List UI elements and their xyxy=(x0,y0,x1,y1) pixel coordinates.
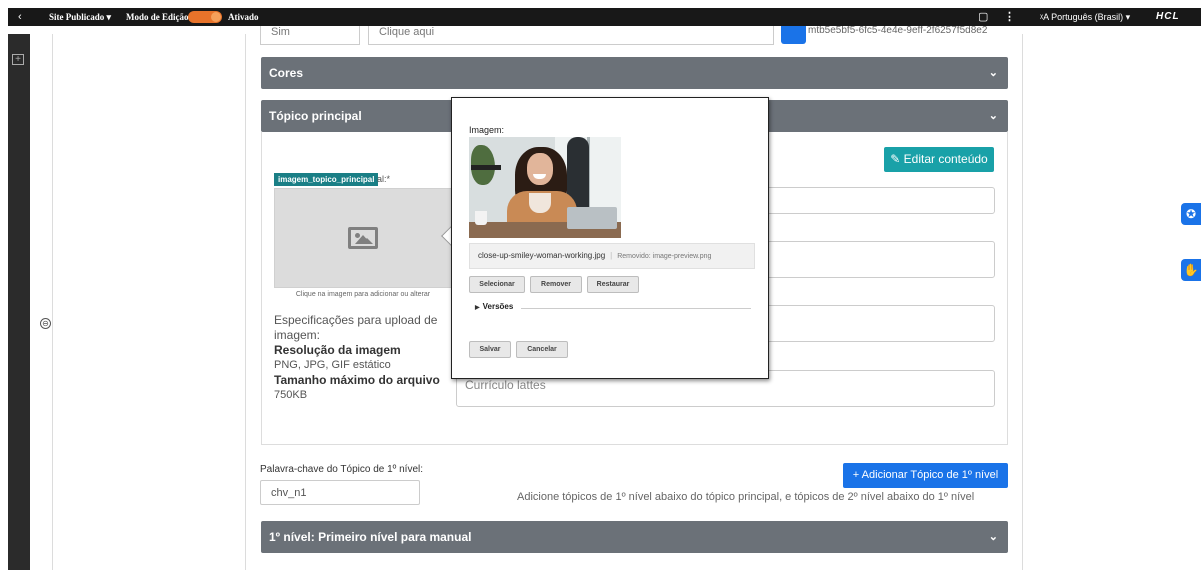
add-panel-icon[interactable]: + xyxy=(12,54,24,65)
versions-toggle[interactable]: ▶ Versões xyxy=(475,302,513,311)
spec-res-label: Resolução da imagem xyxy=(274,343,401,357)
versions-label: Versões xyxy=(482,302,514,311)
popup-image-label: Imagem: xyxy=(469,125,505,135)
edit-content-button[interactable]: ✎ Editar conteúdo xyxy=(884,147,994,172)
image-placeholder[interactable] xyxy=(274,188,452,288)
file-name: close-up-smiley-woman-working.jpg xyxy=(478,251,606,260)
image-picker-popup: Imagem: close-up-smiley-woman-working.jp… xyxy=(451,97,769,379)
collapse-arrow-icon[interactable]: ⊖ xyxy=(40,318,51,329)
section-nivel1-title: 1º nível: Primeiro nível para manual xyxy=(269,530,472,544)
language-selector[interactable]: ᵡA Português (Brasil) ▾ xyxy=(1040,8,1130,26)
edit-mode-toggle[interactable] xyxy=(188,11,222,23)
left-rail: + xyxy=(8,34,30,570)
edit-mode-label: Modo de Edição: xyxy=(126,12,192,22)
caret-right-icon: ▶ xyxy=(475,305,480,311)
upload-specs: Especificações para upload de imagem: Re… xyxy=(274,313,454,403)
divider-right xyxy=(1022,34,1023,570)
image-preview[interactable] xyxy=(469,137,621,238)
uuid-text: mtb5e5bf5-6fc5-4e4e-9eff-2f6257f5d8e2 xyxy=(808,26,988,36)
divider-left xyxy=(52,34,53,570)
accessibility-icon[interactable]: ✪ xyxy=(1181,203,1201,225)
section-cores-title: Cores xyxy=(269,66,304,80)
select-button[interactable]: Selecionar xyxy=(469,276,525,293)
edit-mode-state: Ativado xyxy=(228,12,259,22)
versions-divider xyxy=(521,308,751,309)
panel-icon[interactable]: ▢ xyxy=(978,8,988,26)
toggle-knob xyxy=(211,12,221,22)
chevron-down-icon[interactable]: ⌄ xyxy=(989,100,998,132)
top-field-button[interactable] xyxy=(781,26,806,44)
add-topic-hint: Adicione tópicos de 1º nível abaixo do t… xyxy=(517,491,975,503)
kebab-menu-icon[interactable]: ⋮ xyxy=(1004,8,1015,26)
spec-max-label: Tamanho máximo do arquivo xyxy=(274,373,440,387)
back-chevron-icon[interactable]: ‹ xyxy=(18,8,22,26)
section-nivel1[interactable]: 1º nível: Primeiro nível para manual ⌄ xyxy=(261,521,1008,553)
site-status-dropdown[interactable]: Site Publicado ▾ xyxy=(49,8,111,26)
image-field-tag: imagem_topico_principal xyxy=(274,173,379,186)
toolbar-strip: ‹ Site Publicado ▾ Modo de Edição: Ativa… xyxy=(8,8,1201,26)
keyword-input[interactable]: chv_n1 xyxy=(260,480,420,505)
spec-max-value: 750KB xyxy=(274,389,308,401)
chevron-down-icon[interactable]: ⌄ xyxy=(989,521,998,553)
top-field-clique[interactable]: Clique aqui xyxy=(368,26,774,45)
save-button[interactable]: Salvar xyxy=(469,341,511,358)
top-field-sim[interactable]: Sim xyxy=(260,26,360,45)
section-topico-title: Tópico principal xyxy=(269,109,362,123)
sign-language-icon[interactable]: ✋ xyxy=(1181,259,1201,281)
chevron-down-icon[interactable]: ⌄ xyxy=(989,57,998,89)
divider-content xyxy=(245,34,246,570)
removed-text: Removido: image-preview.png xyxy=(617,253,712,260)
image-field-label: al:* xyxy=(377,174,391,184)
remove-button[interactable]: Remover xyxy=(530,276,582,293)
spec-res-formats: PNG, JPG, GIF estático xyxy=(274,359,391,371)
file-info: close-up-smiley-woman-working.jpg | Removi… xyxy=(469,243,755,269)
keyword-label: Palavra-chave do Tópico de 1º nível: xyxy=(260,464,424,475)
hcl-logo: HCL xyxy=(1156,11,1180,22)
spec-intro: Especificações para upload de imagem: xyxy=(274,313,438,342)
restore-button[interactable]: Restaurar xyxy=(587,276,639,293)
add-topic-button[interactable]: + Adicionar Tópico de 1º nível xyxy=(843,463,1008,488)
image-icon xyxy=(348,227,378,249)
section-cores[interactable]: Cores ⌄ xyxy=(261,57,1008,89)
cancel-button[interactable]: Cancelar xyxy=(516,341,568,358)
image-hint: Clique na imagem para adicionar ou alter… xyxy=(295,291,431,298)
